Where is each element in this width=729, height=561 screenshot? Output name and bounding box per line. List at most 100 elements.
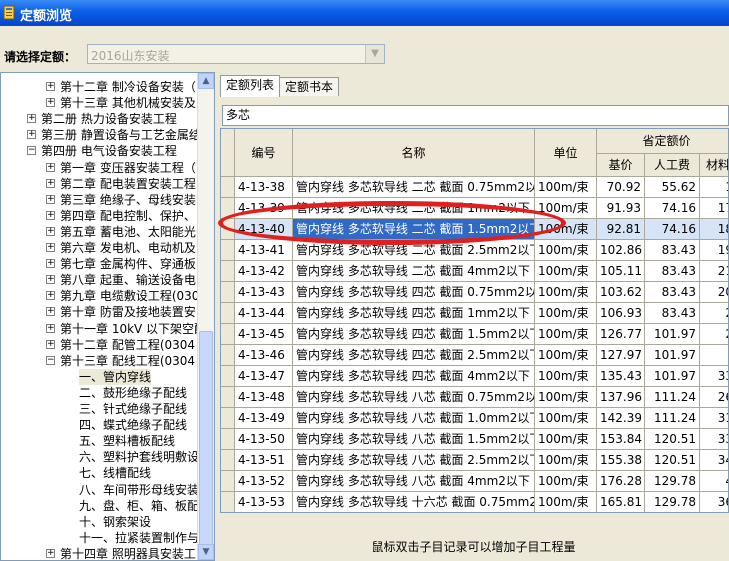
tree-node[interactable]: 二、鼓形绝缘子配线 — [1, 385, 199, 401]
tab-quota-book[interactable]: 定额书本 — [279, 77, 340, 96]
expand-icon[interactable]: + — [46, 226, 55, 236]
scroll-down-icon[interactable]: ▼ — [198, 544, 214, 560]
tree-node[interactable]: + 第九章 电缆敷设工程(030 — [1, 288, 199, 304]
tree-node-label: 第二册 热力设备安装工程 — [41, 112, 177, 127]
filter-input[interactable]: 多芯 — [222, 105, 729, 126]
tree-node[interactable]: + 第四章 配电控制、保护、 — [1, 208, 199, 224]
tree-node-label: 第五章 蓄电池、太阳能光 — [60, 224, 196, 239]
expand-icon[interactable]: + — [46, 307, 55, 317]
cell-code: 4-13-41 — [235, 240, 293, 261]
expand-icon[interactable]: + — [46, 275, 55, 285]
table-row[interactable]: 4-13-38 管内穿线 多芯软导线 二芯 截面 0.75mm2以下 100m/束 7… — [221, 177, 728, 198]
cell-code: 4-13-44 — [235, 303, 293, 324]
cell-unit: 100m/束 — [535, 429, 597, 450]
tab-quota-list[interactable]: 定额列表 — [220, 75, 281, 97]
expand-icon[interactable]: + — [46, 194, 55, 204]
tree-node[interactable]: 三、针式绝缘子配线 — [1, 401, 199, 417]
table-row[interactable]: 4-13-50 管内穿线 多芯软导线 八芯 截面 1.5mm2以下 100m/束 15… — [221, 429, 728, 450]
table-row[interactable]: 4-13-45 管内穿线 多芯软导线 四芯 截面 1.5mm2以下 100m/束 12… — [221, 324, 728, 345]
tree-node[interactable]: + 第三册 静置设备与工艺金属结 — [1, 127, 201, 143]
expand-icon[interactable]: + — [46, 259, 55, 269]
table-row[interactable]: 4-13-44 管内穿线 多芯软导线 四芯 截面 1mm2以下 100m/束 106.… — [221, 303, 728, 324]
expand-icon[interactable]: + — [27, 130, 36, 140]
tree-node[interactable]: 八、车间带形母线安装 — [1, 482, 199, 498]
tree-node[interactable]: + 第二章 配电装置安装工程 — [1, 176, 199, 192]
tree-node[interactable]: 十一、拉紧装置制作与 — [1, 530, 199, 546]
tree-node[interactable]: − 第十三章 配线工程(0304 — [1, 353, 199, 369]
cell-material: 20 — [700, 282, 728, 303]
tree-node[interactable]: + 第十章 防雷及接地装置安 — [1, 304, 199, 320]
tree-scrollbar[interactable]: ▲ ▼ — [197, 73, 214, 560]
col-header-labor[interactable]: 人工费 — [645, 154, 700, 177]
table-row[interactable]: 4-13-43 管内穿线 多芯软导线 四芯 截面 0.75mm2以下 100m/束 1… — [221, 282, 728, 303]
expand-icon[interactable]: + — [46, 243, 55, 252]
scroll-up-icon[interactable]: ▲ — [198, 73, 214, 89]
tree-node-label: 第十三章 其他机械安装及 — [60, 96, 196, 111]
quota-select[interactable]: 2016山东安装 ▼ — [87, 44, 385, 64]
table-row[interactable]: 4-13-49 管内穿线 多芯软导线 八芯 截面 1.0mm2以下 100m/束 14… — [221, 408, 728, 429]
tree-node[interactable]: 七、线槽配线 — [1, 465, 199, 481]
table-row[interactable]: 4-13-48 管内穿线 多芯软导线 八芯 截面 0.75mm2以下 100m/束 1… — [221, 387, 728, 408]
collapse-icon[interactable]: − — [27, 146, 36, 156]
cell-base: 137.96 — [597, 387, 645, 408]
tree-node[interactable]: 九、盘、柜、箱、板配 — [1, 498, 199, 514]
tree-node[interactable]: + 第三章 绝缘子、母线安装 — [1, 192, 199, 208]
table-row[interactable]: 4-13-41 管内穿线 多芯软导线 二芯 截面 2.5mm2以下 100m/束 10… — [221, 240, 728, 261]
cell-code: 4-13-43 — [235, 282, 293, 303]
tree-node[interactable]: + 第二册 热力设备安装工程 — [1, 111, 199, 127]
table-row[interactable]: 4-13-46 管内穿线 多芯软导线 四芯 截面 2.5mm2以下 100m/束 12… — [221, 345, 728, 366]
table-row[interactable]: 4-13-53 管内穿线 多芯软导线 十六芯 截面 0.75mm2以 100m/束 1… — [221, 492, 728, 512]
expand-icon[interactable]: + — [46, 339, 55, 349]
expand-icon[interactable]: + — [46, 162, 55, 172]
tree-node[interactable]: 六、塑料护套线明敷设 — [1, 449, 199, 465]
tree-node-label: 一、管内穿线 — [79, 368, 152, 385]
col-header-code[interactable]: 编号 — [235, 129, 293, 177]
quota-list-panel: 定额列表 定额书本 多芯 编号 名称 单位 省定额价 基价 人工费 材料 4-1… — [218, 72, 729, 561]
tree-node[interactable]: 十、钢索架设 — [1, 514, 199, 530]
table-row[interactable]: 4-13-42 管内穿线 多芯软导线 二芯 截面 4mm2以下 100m/束 105.… — [221, 261, 728, 282]
tree-node[interactable]: + 第五章 蓄电池、太阳能光 — [1, 224, 199, 240]
expand-icon[interactable]: + — [46, 98, 55, 108]
tree-node[interactable]: + 第十二章 配管工程(0304 — [1, 337, 199, 353]
collapse-icon[interactable]: − — [46, 355, 55, 365]
tree-node[interactable]: + 第十四章 照明器具安装工 — [1, 546, 199, 560]
tree-node[interactable]: + 第十二章 制冷设备安装（ — [1, 79, 199, 95]
table-row[interactable]: 4-13-47 管内穿线 多芯软导线 四芯 截面 4mm2以下 100m/束 135.… — [221, 366, 728, 387]
tree-node[interactable]: − 第四册 电气设备安装工程 — [1, 143, 199, 159]
col-header-unit[interactable]: 单位 — [535, 129, 597, 177]
cell-name: 管内穿线 多芯软导线 二芯 截面 1.5mm2以下 — [293, 219, 535, 240]
tree-node[interactable]: 四、蝶式绝缘子配线 — [1, 417, 199, 433]
tree-node[interactable]: + 第八章 起重、输送设备电 — [1, 272, 199, 288]
col-header-material[interactable]: 材料 — [700, 154, 728, 177]
tree-node[interactable]: 一、管内穿线 — [1, 368, 199, 385]
chevron-down-icon[interactable]: ▼ — [365, 45, 384, 63]
cell-material: 34 — [700, 450, 728, 471]
tree-node[interactable]: + 第十一章 10kV 以下架空配 — [1, 321, 206, 337]
table-row[interactable]: 4-13-40 管内穿线 多芯软导线 二芯 截面 1.5mm2以下 100m/束 92… — [221, 219, 728, 240]
tree-node[interactable]: + 第七章 金属构件、穿通板 — [1, 256, 199, 272]
expand-icon[interactable]: + — [46, 82, 55, 91]
tree-node[interactable]: 五、塑料槽板配线 — [1, 433, 199, 449]
cell-material: 33 — [700, 429, 728, 450]
tree-node[interactable]: + 第一章 变压器安装工程（ — [1, 160, 199, 176]
app-icon — [3, 5, 15, 20]
cell-base: 142.39 — [597, 408, 645, 429]
col-header-base[interactable]: 基价 — [597, 154, 645, 177]
quota-table[interactable]: 编号 名称 单位 省定额价 基价 人工费 材料 4-13-38 管内穿线 多芯软导… — [220, 128, 729, 513]
table-row[interactable]: 4-13-52 管内穿线 多芯软导线 八芯 截面 4mm2以下 100m/束 176.… — [221, 471, 728, 492]
col-header-name[interactable]: 名称 — [293, 129, 535, 177]
table-row[interactable]: 4-13-51 管内穿线 多芯软导线 八芯 截面 2.5mm2以下 100m/束 15… — [221, 450, 728, 471]
tree-node-label: 第十二章 配管工程(0304 — [60, 337, 196, 352]
expand-icon[interactable]: + — [46, 178, 55, 188]
tree-scroll-thumb[interactable] — [199, 331, 213, 560]
expand-icon[interactable]: + — [46, 210, 55, 220]
expand-icon[interactable]: + — [46, 548, 55, 558]
expand-icon[interactable]: + — [27, 114, 36, 124]
row-indicator — [221, 324, 235, 345]
table-row[interactable]: 4-13-39 管内穿线 多芯软导线 二芯 截面 1mm2以下 100m/束 91.9… — [221, 198, 728, 219]
expand-icon[interactable]: + — [46, 323, 55, 333]
expand-icon[interactable]: + — [46, 291, 55, 301]
tree-node[interactable]: + 第六章 发电机、电动机及 — [1, 240, 199, 256]
tree-node[interactable]: + 第十三章 其他机械安装及 — [1, 95, 199, 111]
chapter-tree[interactable]: + 第十二章 制冷设备安装（ + 第十三章 其他机械安装及 + 第二册 热力设备安装工程 +… — [0, 72, 215, 561]
